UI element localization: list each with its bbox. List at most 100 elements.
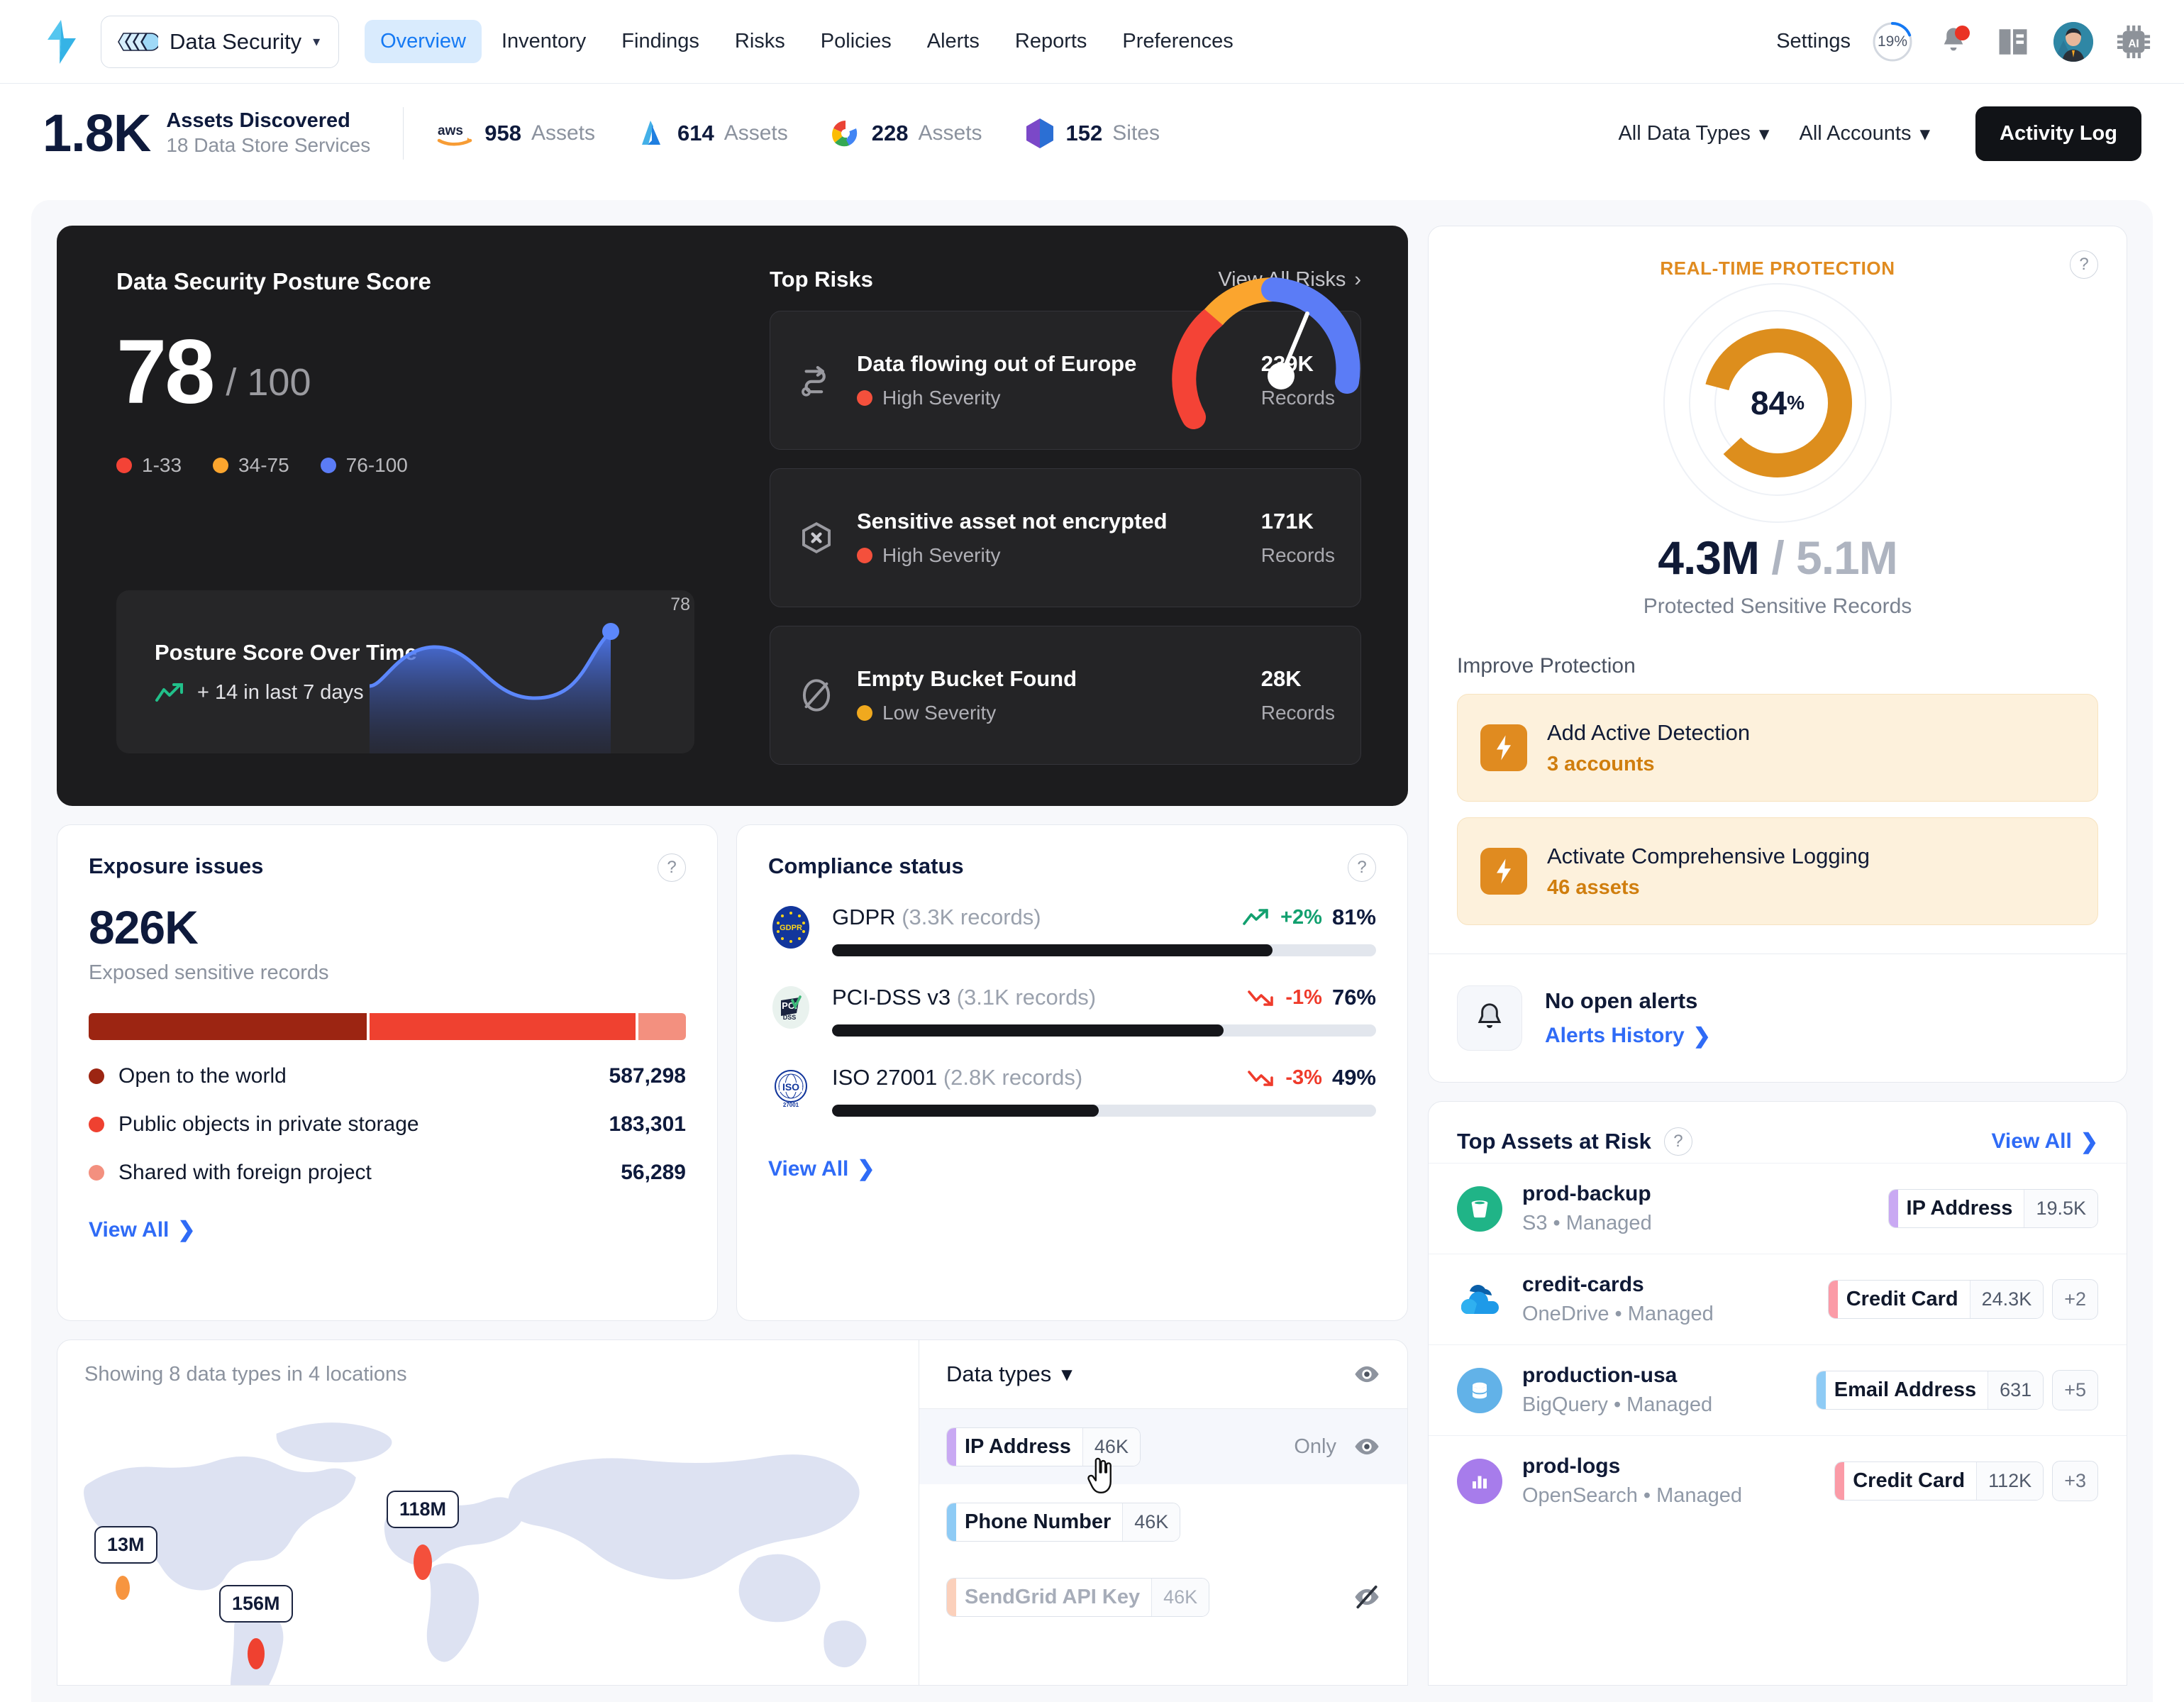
eye-icon[interactable] bbox=[1353, 1361, 1380, 1388]
tab-risks[interactable]: Risks bbox=[719, 20, 801, 63]
asset-extra-chip[interactable]: +2 bbox=[2052, 1279, 2098, 1320]
cloud-stat-aws[interactable]: aws 958 Assets bbox=[436, 119, 595, 148]
legend-item-high: 76-100 bbox=[320, 454, 408, 477]
data-flow-icon bbox=[802, 365, 826, 397]
trend-delta-text: + 14 in last 7 days bbox=[197, 680, 364, 704]
legend-item-low: 1-33 bbox=[116, 454, 182, 477]
data-type-label: SendGrid API Key bbox=[965, 1585, 1141, 1608]
asset-row-credit-cards[interactable]: credit-cards OneDrive • Managed Credit C… bbox=[1429, 1254, 2127, 1344]
compliance-records: (3.3K records) bbox=[902, 905, 1041, 929]
eye-icon[interactable] bbox=[1353, 1433, 1380, 1460]
filter-accounts[interactable]: All Accounts ▾ bbox=[1799, 121, 1930, 146]
notifications-button[interactable] bbox=[1934, 23, 1973, 61]
eye-off-icon[interactable] bbox=[1353, 1584, 1380, 1610]
asset-data-type-chip[interactable]: Credit Card 112K bbox=[1834, 1461, 2044, 1501]
map-dot-118m[interactable] bbox=[414, 1544, 432, 1580]
risk-row-unencrypted[interactable]: Sensitive asset not encrypted High Sever… bbox=[770, 468, 1361, 607]
asset-row-prod-logs[interactable]: prod-logs OpenSearch • Managed Credit Ca… bbox=[1429, 1435, 2127, 1526]
map-dot-156m[interactable] bbox=[248, 1638, 265, 1669]
world-map[interactable]: Showing 8 data types in 4 locations 13M … bbox=[57, 1340, 919, 1685]
tab-preferences[interactable]: Preferences bbox=[1107, 20, 1248, 63]
protection-help-icon[interactable]: ? bbox=[2070, 250, 2098, 279]
cloud-stat-azure[interactable]: 614 Assets bbox=[636, 118, 788, 149]
activity-log-button[interactable]: Activity Log bbox=[1975, 106, 2141, 161]
legend-label-mid: 34-75 bbox=[238, 453, 289, 476]
asset-service: BigQuery bbox=[1522, 1393, 1608, 1416]
tab-reports[interactable]: Reports bbox=[999, 20, 1103, 63]
settings-link[interactable]: Settings bbox=[1776, 30, 1851, 53]
azure-icon bbox=[642, 121, 660, 145]
svg-text:AI: AI bbox=[2128, 38, 2139, 50]
data-type-only-action[interactable]: Only bbox=[1294, 1435, 1336, 1459]
map-dot-13m[interactable] bbox=[116, 1576, 130, 1600]
data-type-row-sendgrid-api-key[interactable]: SendGrid API Key 46K bbox=[919, 1559, 1407, 1635]
sites-count: 152 bbox=[1065, 121, 1103, 145]
assets-summary-subtitle: 18 Data Store Services bbox=[166, 134, 371, 157]
risk-row-empty-bucket[interactable]: Empty Bucket Found Low Severity 28K Reco… bbox=[770, 626, 1361, 765]
bar-segment-open-world bbox=[89, 1013, 367, 1040]
cloud-stat-gcp[interactable]: 228 Assets bbox=[829, 118, 982, 149]
brand-logo-icon[interactable] bbox=[43, 19, 81, 64]
compliance-body: GDPR (3.3K records) +2% 81% bbox=[832, 905, 1376, 956]
asset-chip-label: IP Address bbox=[1906, 1197, 2013, 1220]
compliance-standard-name: PCI-DSS v3 bbox=[832, 985, 951, 1010]
docs-button[interactable] bbox=[1994, 23, 2032, 61]
exposure-stacked-bar bbox=[89, 1013, 686, 1040]
svg-text:27001: 27001 bbox=[783, 1102, 799, 1108]
asset-data-type-chip[interactable]: Credit Card 24.3K bbox=[1827, 1280, 2044, 1319]
exposure-title: Exposure issues bbox=[89, 853, 264, 878]
trend-endpoint-label: 78 bbox=[670, 595, 690, 614]
tab-policies[interactable]: Policies bbox=[805, 20, 907, 63]
suggestion-sub: 46 assets bbox=[1547, 875, 1640, 899]
compliance-row-iso[interactable]: ISO 27001 ISO 27001 (2.8K records) -3% 4… bbox=[768, 1065, 1376, 1117]
compliance-delta-gdpr: +2% bbox=[1280, 905, 1322, 929]
nav-right-cluster: Settings 19% AI bbox=[1776, 21, 2153, 62]
data-type-row-phone-number[interactable]: Phone Number 46K bbox=[919, 1484, 1407, 1559]
exposure-help-icon[interactable]: ? bbox=[658, 853, 686, 882]
exposure-view-all-link[interactable]: View All ❯ bbox=[89, 1217, 686, 1242]
compliance-pct-pci: 76% bbox=[1331, 985, 1376, 1010]
data-types-dropdown[interactable]: Data types ▾ bbox=[946, 1361, 1072, 1387]
avatar[interactable] bbox=[2053, 21, 2093, 62]
product-switcher[interactable]: Data Security ▾ bbox=[101, 15, 340, 68]
filter-data-types[interactable]: All Data Types ▾ bbox=[1618, 121, 1769, 146]
asset-extra-chip[interactable]: +3 bbox=[2052, 1461, 2098, 1501]
compliance-help-icon[interactable]: ? bbox=[1348, 853, 1376, 882]
asset-service: OpenSearch bbox=[1522, 1484, 1638, 1507]
asset-status: Managed bbox=[1627, 1303, 1714, 1325]
top-assets-help-icon[interactable]: ? bbox=[1663, 1127, 1692, 1156]
opensearch-icon bbox=[1457, 1458, 1502, 1504]
tab-overview[interactable]: Overview bbox=[365, 20, 482, 63]
bigquery-icon bbox=[1457, 1367, 1502, 1413]
empty-bucket-icon bbox=[802, 679, 831, 712]
map-pin-118m[interactable]: 118M bbox=[387, 1491, 460, 1528]
svg-text:aws: aws bbox=[438, 123, 463, 138]
cloud-stat-sites[interactable]: 152 Sites bbox=[1024, 117, 1160, 150]
suggestion-add-active-detection[interactable]: Add Active Detection 3 accounts bbox=[1457, 694, 2098, 802]
onboarding-progress-ring[interactable]: 19% bbox=[1872, 21, 1913, 62]
asset-row-prod-backup[interactable]: prod-backup S3 • Managed IP Address 19.5… bbox=[1429, 1163, 2127, 1254]
compliance-row-pci[interactable]: PCI DSS PCI-DSS v3 (3.1K records) -1% 76… bbox=[768, 985, 1376, 1037]
ai-button[interactable]: AI bbox=[2114, 23, 2153, 61]
tab-findings[interactable]: Findings bbox=[606, 20, 715, 63]
posture-legend: 1-33 34-75 76-100 bbox=[116, 454, 770, 477]
alerts-history-link[interactable]: Alerts History ❯ bbox=[1545, 1024, 1711, 1049]
tab-alerts[interactable]: Alerts bbox=[911, 20, 995, 63]
asset-row-production-usa[interactable]: production-usa BigQuery • Managed Email … bbox=[1429, 1344, 2127, 1435]
asset-data-type-chip[interactable]: Email Address 631 bbox=[1815, 1371, 2044, 1410]
posture-trend-card: Posture Score Over Time + 14 in last 7 d… bbox=[116, 590, 694, 753]
compliance-row-gdpr[interactable]: GDPR GDPR (3.3K records) +2% 81% bbox=[768, 905, 1376, 956]
asset-extra-chip[interactable]: +5 bbox=[2052, 1370, 2098, 1410]
asset-data-type-chip[interactable]: IP Address 19.5K bbox=[1888, 1189, 2098, 1228]
alerts-bell-wrap bbox=[1457, 985, 1522, 1051]
gdpr-badge-icon: GDPR bbox=[772, 906, 809, 949]
data-types-header: Data types ▾ bbox=[919, 1340, 1407, 1408]
suggestion-activate-logging[interactable]: Activate Comprehensive Logging 46 assets bbox=[1457, 817, 2098, 925]
tab-inventory[interactable]: Inventory bbox=[486, 20, 602, 63]
map-pin-156m[interactable]: 156M bbox=[219, 1585, 293, 1623]
top-assets-view-all-link[interactable]: View All ❯ bbox=[1991, 1129, 2098, 1154]
compliance-view-all-link[interactable]: View All ❯ bbox=[768, 1156, 1376, 1181]
gcp-asset-count: 228 bbox=[871, 121, 909, 145]
data-type-row-ip-address[interactable]: IP Address 46K Only bbox=[919, 1409, 1407, 1494]
map-pin-13m[interactable]: 13M bbox=[94, 1526, 157, 1564]
